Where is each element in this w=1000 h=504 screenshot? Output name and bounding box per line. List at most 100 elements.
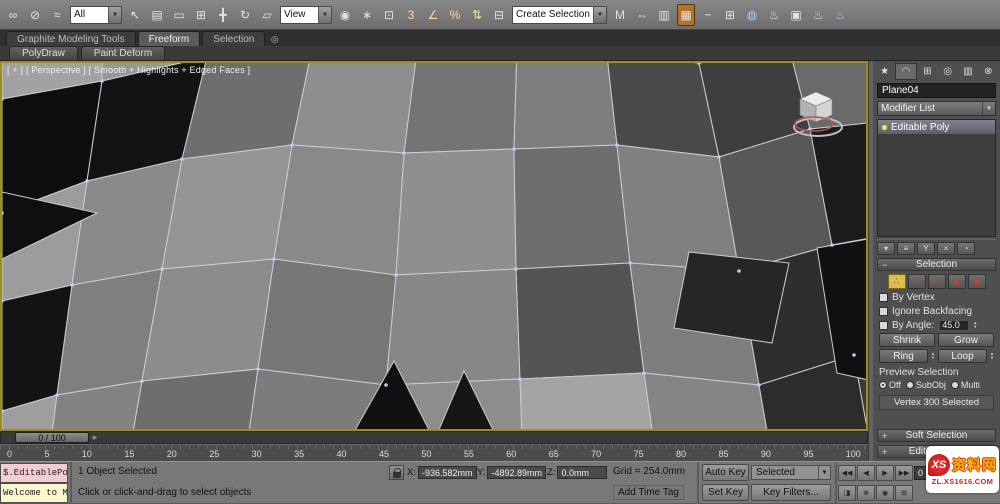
ribbon-tab-selection[interactable]: Selection <box>202 31 266 46</box>
render-production-icon[interactable]: ♨ <box>809 4 827 26</box>
by-angle-row[interactable]: By Angle: 45.0 <box>879 319 994 331</box>
y-coordinate-field[interactable]: Y: -4892.89mm <box>477 465 546 480</box>
percent-snap-icon[interactable]: % <box>446 4 464 26</box>
transport-button-2[interactable]: ▶ <box>876 465 894 481</box>
rollout-soft-selection[interactable]: + Soft Selection <box>877 429 996 442</box>
motion-tab-icon[interactable]: ◎ <box>938 63 957 80</box>
mesh-svg[interactable] <box>2 63 866 429</box>
angle-snap-icon[interactable]: ∠ <box>424 4 442 26</box>
radio-icon[interactable] <box>905 381 914 389</box>
use-pivot-center-icon[interactable]: ◉ <box>336 4 354 26</box>
hierarchy-tab-icon[interactable]: ⊞ <box>918 63 937 80</box>
select-object-icon[interactable]: ↖ <box>126 4 144 26</box>
time-slider-handle[interactable]: 0 / 100 <box>15 432 89 443</box>
nav-button-0[interactable]: ◨ <box>838 485 856 501</box>
mirror-icon[interactable]: M <box>611 4 629 26</box>
render-iterative-icon[interactable]: ♨ <box>831 4 849 26</box>
ribbon-minimize-icon[interactable]: ◎ <box>267 32 282 46</box>
selection-region-icon[interactable]: ▭ <box>170 4 188 26</box>
y-value[interactable]: -4892.89mm <box>487 466 546 479</box>
loop-spinner[interactable] <box>990 352 994 360</box>
show-end-result-icon[interactable]: ≡ <box>897 242 915 255</box>
angle-spinner[interactable] <box>973 321 977 329</box>
bind-to-spacewarp-icon[interactable]: ≈ <box>48 4 66 26</box>
ignore-backfacing-row[interactable]: Ignore Backfacing <box>879 305 994 317</box>
transport-button-3[interactable]: ▶▶ <box>895 465 913 481</box>
select-scale-icon[interactable]: ▱ <box>258 4 276 26</box>
selection-filter-dropdown[interactable]: All <box>70 5 122 24</box>
nav-button-1[interactable]: ⊕ <box>857 485 875 501</box>
vertex-mode-icon[interactable]: ∴ <box>887 274 906 289</box>
snap-toggle-3d-icon[interactable]: 3 <box>402 4 420 26</box>
ring-spinner[interactable] <box>931 352 935 360</box>
select-and-link-icon[interactable]: ∞ <box>4 4 22 26</box>
keyboard-override-icon[interactable]: ⊡ <box>380 4 398 26</box>
maxscript-listener-box[interactable]: Welcome to MAX! <box>0 483 68 503</box>
set-key-button[interactable]: Set Key <box>702 484 749 501</box>
z-value[interactable]: 0.0mm <box>557 466 608 479</box>
rollout-selection[interactable]: − Selection <box>877 258 996 271</box>
graphite-ribbon-toggle-icon[interactable]: ▦ <box>677 3 695 26</box>
configure-modifier-icon[interactable]: ◔ <box>957 242 975 255</box>
time-slider[interactable]: 0 / 100 <box>0 431 868 444</box>
ring-button[interactable]: Ring <box>879 349 929 363</box>
ignore-backfacing-checkbox[interactable] <box>879 306 888 316</box>
ribbon-tab-graphite-modeling-tools[interactable]: Graphite Modeling Tools <box>6 31 136 46</box>
maxscript-macro-box[interactable]: $.EditablePoly. <box>0 463 68 483</box>
make-unique-icon[interactable]: Y <box>917 242 935 255</box>
edge-mode-icon[interactable]: / <box>907 274 926 289</box>
shrink-button[interactable]: Shrink <box>879 333 935 347</box>
ribbon-subtab-polydraw[interactable]: PolyDraw <box>9 46 78 60</box>
named-selection-sets-icon[interactable]: ⊟ <box>490 4 508 26</box>
curve-editor-icon[interactable]: ~ <box>699 4 717 26</box>
polygon-mode-icon[interactable]: ■ <box>947 274 966 289</box>
grow-button[interactable]: Grow <box>938 333 994 347</box>
visibility-bulb-icon[interactable] <box>881 123 888 131</box>
modifier-stack[interactable]: Editable Poly <box>877 119 996 237</box>
ref-coordsys-dropdown[interactable]: View <box>280 5 332 24</box>
x-coordinate-field[interactable]: X: -936.582mm <box>407 465 477 480</box>
material-editor-icon[interactable]: ◍ <box>743 4 761 26</box>
viewport-label[interactable]: [ + ] [ Perspective ] [ Smooth + Highlig… <box>7 65 250 75</box>
track-bar[interactable]: 0 5 10 15 20 25 30 35 40 45 50 55 60 65 70 75 80 85 90 95 10… <box>0 444 868 461</box>
selection-lock-icon[interactable] <box>389 465 404 480</box>
unlink-selection-icon[interactable]: ⊘ <box>26 4 44 26</box>
angle-value-field[interactable]: 45.0 <box>939 319 970 331</box>
preview-option-subobj[interactable]: SubObj <box>905 380 946 390</box>
select-manipulate-icon[interactable]: ∗ <box>358 4 376 26</box>
create-tab-icon[interactable]: ★ <box>875 63 894 80</box>
key-mode-dropdown[interactable]: Selected <box>751 465 831 480</box>
spinner-snap-icon[interactable]: ⇅ <box>468 4 486 26</box>
transport-button-1[interactable]: ◀ <box>857 465 875 481</box>
select-by-name-icon[interactable]: ▤ <box>148 4 166 26</box>
utilities-tab-icon[interactable]: ⊗ <box>979 63 998 80</box>
align-icon[interactable]: ⇔ <box>633 4 651 26</box>
radio-icon[interactable] <box>879 381 887 389</box>
pin-stack-icon[interactable]: ▾ <box>877 242 895 255</box>
transport-button-0[interactable]: ◀◀ <box>838 465 856 481</box>
auto-key-button[interactable]: Auto Key <box>702 464 749 481</box>
named-selection-set-dropdown[interactable]: Create Selection Se <box>512 5 607 24</box>
radio-icon[interactable] <box>950 381 959 389</box>
modifier-list-dropdown[interactable]: Modifier List <box>877 101 996 116</box>
time-slider-next-icon[interactable] <box>89 432 101 443</box>
element-mode-icon[interactable]: ◆ <box>967 274 986 289</box>
modify-tab-icon[interactable]: ◠ <box>895 63 917 80</box>
object-name-field[interactable]: Plane04 <box>877 83 996 98</box>
by-vertex-checkbox[interactable] <box>879 292 888 302</box>
key-filters-button[interactable]: Key Filters... <box>751 484 831 501</box>
rendered-frame-icon[interactable]: ▣ <box>787 4 805 26</box>
border-mode-icon[interactable]: □ <box>927 274 946 289</box>
preview-option-multi[interactable]: Multi <box>950 380 980 390</box>
preview-option-off[interactable]: Off <box>879 380 901 390</box>
nav-button-2[interactable]: ◉ <box>876 485 894 501</box>
add-time-tag[interactable]: Add Time Tag <box>613 485 684 500</box>
ribbon-subtab-paint-deform[interactable]: Paint Deform <box>80 46 166 60</box>
window-crossing-icon[interactable]: ⊞ <box>192 4 210 26</box>
select-move-icon[interactable]: ╋ <box>214 4 232 26</box>
modifier-stack-row[interactable]: Editable Poly <box>878 120 995 134</box>
by-vertex-row[interactable]: By Vertex <box>879 291 994 303</box>
z-coordinate-field[interactable]: Z: 0.0mm <box>547 465 608 480</box>
select-rotate-icon[interactable]: ↻ <box>236 4 254 26</box>
viewport[interactable]: [ + ] [ Perspective ] [ Smooth + Highlig… <box>0 61 868 431</box>
